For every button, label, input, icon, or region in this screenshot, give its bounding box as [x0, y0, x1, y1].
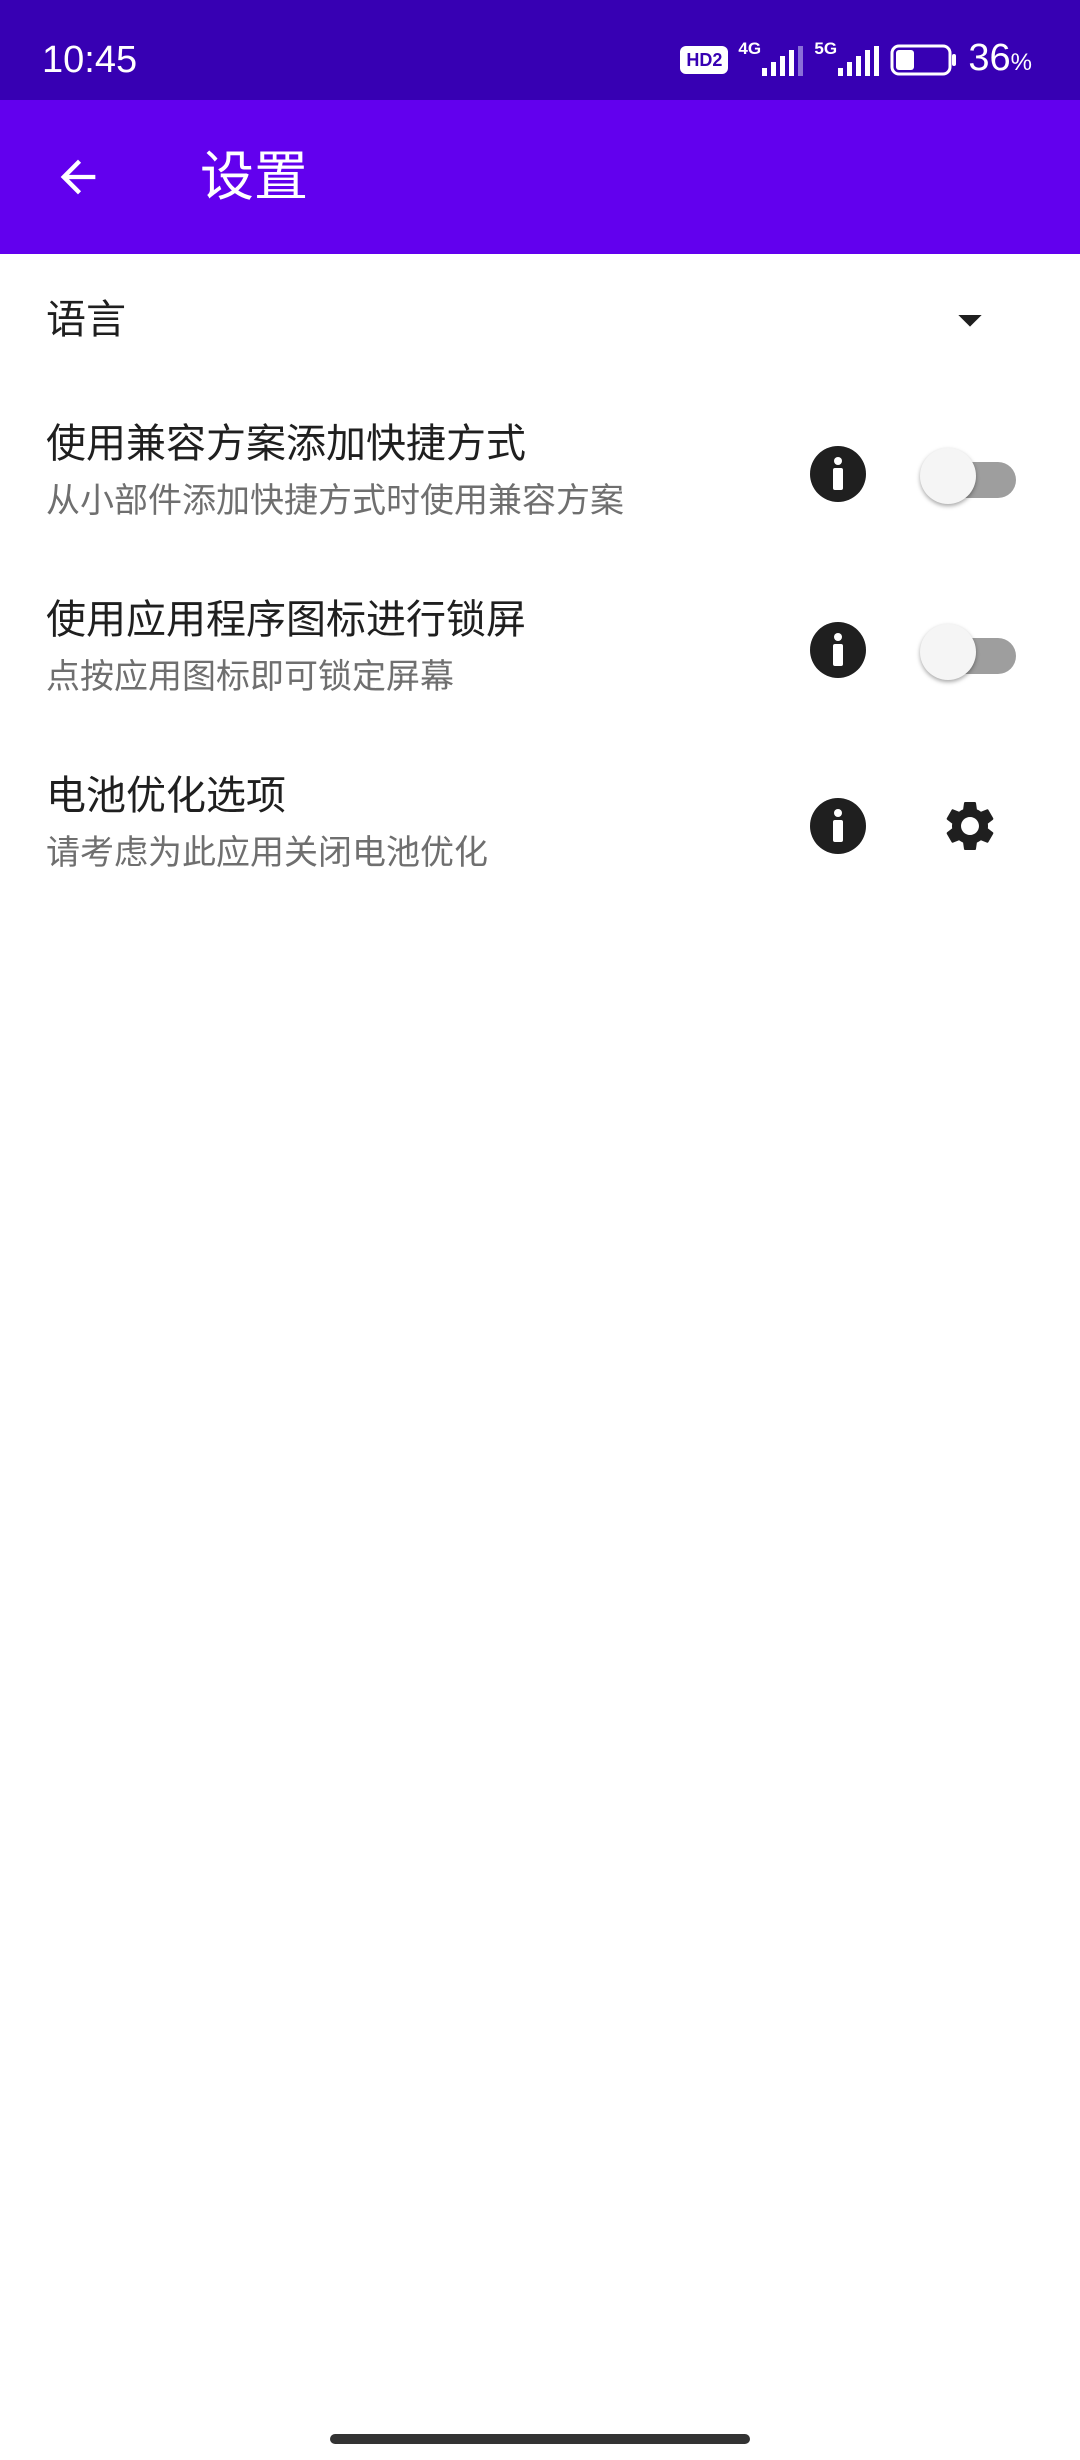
setting-title: 使用兼容方案添加快捷方式 [46, 421, 526, 467]
arrow-back-icon [60, 159, 96, 195]
info-icon [833, 809, 843, 842]
setting-title: 电池优化选项 [46, 773, 286, 819]
setting-title: 语言 [46, 297, 126, 343]
dropdown-arrow-icon [958, 315, 982, 327]
setting-row-icon-lock[interactable]: 使用应用程序图标进行锁屏 点按应用图标即可锁定屏幕 [0, 576, 1080, 726]
info-button[interactable] [810, 622, 866, 678]
setting-row-compat-shortcut[interactable]: 使用兼容方案添加快捷方式 从小部件添加快捷方式时使用兼容方案 [0, 400, 1080, 550]
setting-subtitle: 请考虑为此应用关闭电池优化 [46, 833, 488, 873]
hd-voice-badge: HD2 [680, 46, 729, 74]
network-indicator-1: 4G [738, 40, 804, 80]
language-dropdown[interactable] [940, 290, 1000, 350]
signal-icon [838, 46, 880, 76]
info-icon [833, 457, 843, 490]
setting-subtitle: 点按应用图标即可锁定屏幕 [46, 657, 454, 697]
network-type-label: 5G [814, 39, 838, 58]
page-title: 设置 [200, 145, 308, 208]
network-type-label: 4G [738, 39, 762, 58]
battery-icon [890, 44, 957, 76]
setting-subtitle: 从小部件添加快捷方式时使用兼容方案 [46, 481, 624, 521]
status-indicators: HD2 4G 5G 36% [680, 36, 1032, 80]
back-button[interactable] [36, 135, 120, 219]
info-icon [833, 633, 843, 666]
setting-row-battery-optimization[interactable]: 电池优化选项 请考虑为此应用关闭电池优化 [0, 752, 1080, 902]
battery-percentage: 36% [968, 36, 1032, 79]
setting-title: 使用应用程序图标进行锁屏 [46, 597, 526, 643]
switch-thumb [920, 624, 976, 680]
signal-icon [762, 46, 804, 76]
compat-shortcut-toggle[interactable] [920, 444, 1020, 504]
battery-settings-button[interactable] [930, 786, 1010, 866]
app-bar: 设置 [0, 100, 1080, 254]
network-indicator-2: 5G [814, 40, 880, 80]
setting-row-language[interactable]: 语言 [0, 254, 1080, 384]
status-bar: 10:45 HD2 4G 5G 36% [0, 0, 1080, 100]
switch-thumb [920, 448, 976, 504]
info-button[interactable] [810, 798, 866, 854]
gesture-nav-bar[interactable] [330, 2434, 750, 2444]
info-button[interactable] [810, 446, 866, 502]
gear-icon [946, 802, 994, 850]
status-time: 10:45 [42, 39, 138, 81]
icon-lock-toggle[interactable] [920, 620, 1020, 680]
